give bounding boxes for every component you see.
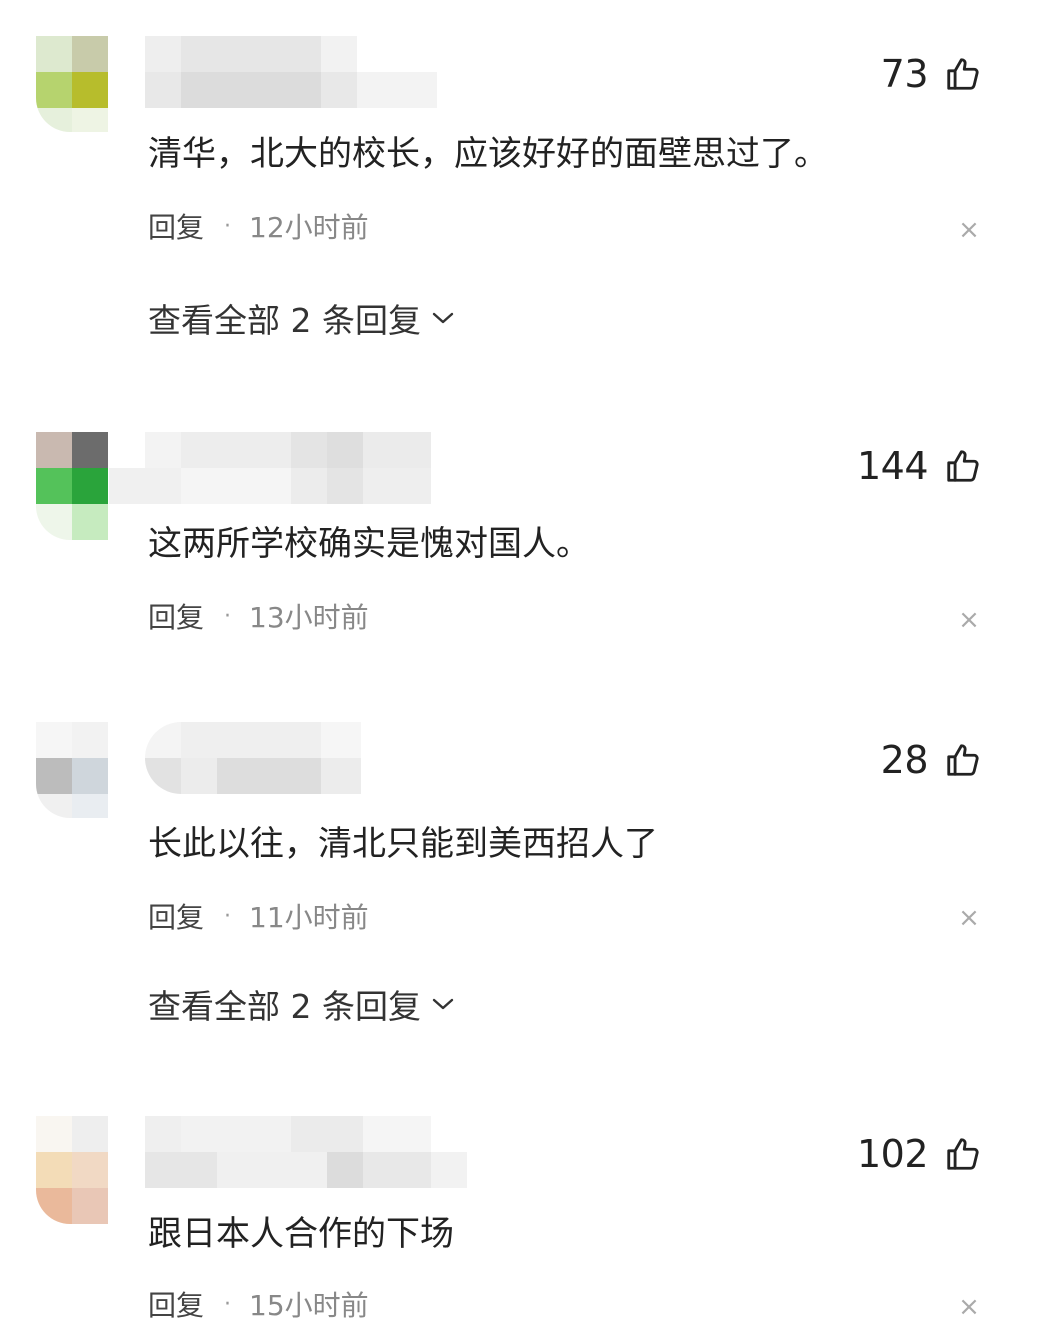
comment-meta: 回复 · 15小时前 bbox=[148, 1284, 369, 1324]
chevron-down-icon bbox=[432, 312, 454, 324]
reply-button[interactable]: 回复 bbox=[148, 1284, 204, 1324]
comment-text: 清华，北大的校长，应该好好的面壁思过了。 bbox=[148, 134, 828, 174]
comment-text: 跟日本人合作的下场 bbox=[148, 1214, 454, 1254]
username-pixelated[interactable] bbox=[145, 1116, 467, 1188]
avatar-pixelated[interactable] bbox=[36, 722, 108, 818]
username-pixelated[interactable] bbox=[145, 36, 465, 108]
avatar-pixelated[interactable] bbox=[36, 1116, 108, 1224]
like-area[interactable]: 102 bbox=[857, 1132, 982, 1176]
like-count: 102 bbox=[856, 1132, 929, 1176]
comment-text: 这两所学校确实是愧对国人。 bbox=[148, 524, 590, 564]
close-icon[interactable]: × bbox=[956, 1292, 982, 1322]
close-icon[interactable]: × bbox=[956, 903, 982, 933]
meta-separator: · bbox=[224, 1291, 232, 1317]
reply-button[interactable]: 回复 bbox=[148, 206, 204, 246]
timestamp: 13小时前 bbox=[249, 601, 369, 634]
view-all-label: 查看全部 2 条回复 bbox=[148, 301, 421, 340]
avatar-pixelated[interactable] bbox=[36, 432, 108, 540]
like-area[interactable]: 144 bbox=[857, 444, 982, 488]
thumbs-up-icon[interactable] bbox=[944, 741, 982, 779]
view-all-label: 查看全部 2 条回复 bbox=[148, 987, 421, 1026]
thumbs-up-icon[interactable] bbox=[944, 447, 982, 485]
comment-meta: 回复 · 12小时前 bbox=[148, 206, 369, 246]
timestamp: 12小时前 bbox=[249, 211, 369, 244]
like-count: 73 bbox=[880, 52, 929, 96]
comment-meta: 回复 · 11小时前 bbox=[148, 896, 369, 936]
avatar-pixelated[interactable] bbox=[36, 36, 108, 132]
reply-button[interactable]: 回复 bbox=[148, 896, 204, 936]
thumbs-up-icon[interactable] bbox=[944, 1135, 982, 1173]
view-all-replies-button[interactable]: 查看全部 2 条回复 bbox=[148, 294, 455, 342]
timestamp: 15小时前 bbox=[249, 1289, 369, 1322]
reply-button[interactable]: 回复 bbox=[148, 596, 204, 636]
username-pixelated[interactable] bbox=[109, 432, 465, 504]
like-area[interactable]: 73 bbox=[881, 52, 982, 96]
comment-meta: 回复 · 13小时前 bbox=[148, 596, 369, 636]
meta-separator: · bbox=[224, 603, 232, 629]
meta-separator: · bbox=[224, 903, 232, 929]
meta-separator: · bbox=[224, 213, 232, 239]
like-count: 144 bbox=[856, 444, 929, 488]
like-area[interactable]: 28 bbox=[881, 738, 982, 782]
timestamp: 11小时前 bbox=[249, 901, 369, 934]
like-count: 28 bbox=[880, 738, 929, 782]
view-all-replies-button[interactable]: 查看全部 2 条回复 bbox=[148, 980, 455, 1028]
close-icon[interactable]: × bbox=[956, 215, 982, 245]
username-pixelated[interactable] bbox=[145, 722, 361, 794]
thumbs-up-icon[interactable] bbox=[944, 55, 982, 93]
chevron-down-icon bbox=[432, 998, 454, 1010]
close-icon[interactable]: × bbox=[956, 605, 982, 635]
comment-text: 长此以往，清北只能到美西招人了 bbox=[148, 824, 658, 864]
